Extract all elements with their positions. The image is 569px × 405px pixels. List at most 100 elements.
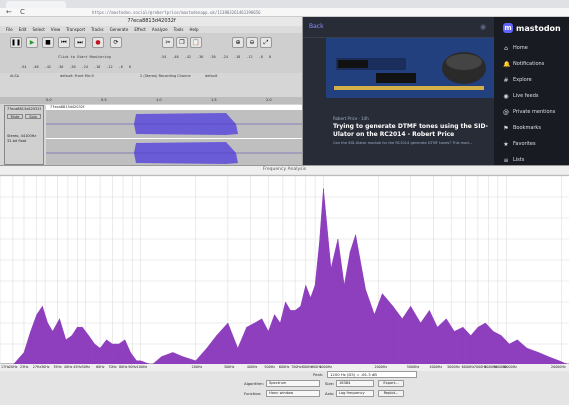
x-tick-label: 27Hz [32,365,42,369]
solo-button[interactable]: Solo [25,114,41,119]
pause-button[interactable]: ❚❚ [10,37,22,48]
menu-item-edit[interactable]: Edit [19,26,27,33]
clip-name[interactable]: 77eca8813d42032f [50,105,84,109]
x-tick-label: 45Hz [73,365,82,369]
nav-label: Private mentions [513,109,556,115]
meter-tick: -12 [106,65,113,69]
nav-bookmarks[interactable]: ⚑ Bookmarks [503,120,569,136]
stop-button[interactable]: ■ [42,37,54,48]
post-author[interactable]: Robert Price · 14h [333,116,369,121]
menu-item-effect[interactable]: Effect [134,26,146,33]
nav-live-feeds[interactable]: ◉ Live feeds [503,88,569,104]
transport-toolbar: ❚❚ ▶ ■ ⏮ ⏭ ● ⟳ Click to Start Monitoring… [0,33,302,73]
nav-private-mentions[interactable]: @ Private mentions [503,104,569,120]
eye-icon[interactable]: ◉ [480,23,486,31]
x-tick-label: 1000Hz [319,365,333,369]
post-description[interactable]: Can the SID-Ulator module for the RC2014… [333,141,491,146]
back-arrow-icon[interactable]: ← [6,8,12,17]
nav-label: Notifications [513,61,545,67]
audacity-title: 7?eca8813d42032f [0,17,302,26]
skip-start-button[interactable]: ⏮ [58,37,70,48]
playback-meter-scale: -54 -48 -42 -36 -30 -24 -18 -12 -6 0 [20,65,137,69]
waveform-right-svg [46,142,302,164]
post-title[interactable]: Trying to generate DTMF tones using the … [333,123,491,139]
menu-item-help[interactable]: Help [189,26,198,33]
menu-item-select[interactable]: Select [32,26,44,33]
meter-tick: -6 [258,55,263,59]
nav-favorites[interactable]: ★ Favorites [503,136,569,152]
export-button[interactable]: Export... [378,380,404,387]
nav-icon: ≡ [503,156,509,164]
browser-tab[interactable] [6,1,66,8]
skip-end-button[interactable]: ⏭ [74,37,86,48]
play-button[interactable]: ▶ [26,37,38,48]
nav-explore[interactable]: # Explore [503,72,569,88]
channels-select[interactable]: 2 (Stereo) Recording Channe [140,73,191,79]
waveform-left[interactable] [46,110,302,138]
waveform-right[interactable] [46,139,302,165]
zoom-out-icon[interactable]: ⊖ [246,37,258,48]
ruler-tick: 1.0 [156,98,162,102]
x-tick-label: 700Hz [291,365,302,369]
meter-tick: -12 [246,55,253,59]
x-tick-label: 4000Hz [429,365,443,369]
menu-item-transport[interactable]: Transport [66,26,85,33]
x-tick-label: 60Hz [96,365,105,369]
meter-tick: -54 [20,65,27,69]
peak-readout: 1200 Hz (D5) = -61.3 dB [327,371,417,378]
x-tick-label: 600Hz [278,365,290,369]
monitor-hint[interactable]: Click to Start Monitoring [58,55,111,59]
meter-tick: -30 [209,55,216,59]
post-image[interactable] [326,38,494,98]
track-name[interactable]: 7?eca8813d42032f [7,107,41,111]
x-tick-label: 3000Hz [406,365,420,369]
output-device-select[interactable]: default: Front Mic:0 [60,73,94,79]
menu-item-file[interactable]: File [6,26,13,33]
replot-button[interactable]: Replot... [378,390,404,397]
copy-icon[interactable]: ❐ [176,37,188,48]
record-button[interactable]: ● [92,37,104,48]
menu-item-tracks[interactable]: Tracks [91,26,104,33]
function-select[interactable]: Hann window [266,390,320,397]
menu-item-tools[interactable]: Tools [174,26,184,33]
waveform-area[interactable]: 77eca8813d42032f [46,105,302,165]
meter-tick: -24 [81,65,88,69]
size-select[interactable]: 16384 [336,380,374,387]
reload-icon[interactable]: C [20,8,25,17]
nav-notifications[interactable]: 🔔 Notifications [503,56,569,72]
menu-item-generate[interactable]: Generate [110,26,129,33]
axis-label: Axis: [325,391,335,396]
zoom-in-icon[interactable]: ⊕ [232,37,244,48]
function-label: Function: [244,391,262,396]
nav-label: Home [513,45,528,51]
mastodon-brand[interactable]: m mastodon [503,21,561,35]
x-tick-label: 70Hz [108,365,117,369]
nav-label: Explore [513,77,532,83]
menu-item-view[interactable]: View [51,26,61,33]
mute-button[interactable]: Mute [7,114,23,119]
cut-icon[interactable]: ✂ [162,37,174,48]
spectrum-plot[interactable] [0,175,569,366]
frequency-axis: 17Hz 20Hz 23Hz 27Hz 30Hz 35Hz 40Hz 45Hz 50Hz 60Hz… [0,364,569,371]
loop-button[interactable]: ⟳ [110,37,122,48]
audacity-window: 7?eca8813d42032f File Edit Select View Trans… [0,17,303,165]
input-device-select[interactable]: default [205,73,217,79]
zoom-fit-icon[interactable]: ⤢ [260,37,272,48]
meter-tick: -24 [221,55,228,59]
meter-tick: -36 [196,55,204,59]
timeline-ruler[interactable]: 0.0 0.5 1.0 1.5 2.0 [0,97,302,104]
back-link[interactable]: Back [309,23,324,30]
nav-lists[interactable]: ≡ Lists [503,152,569,165]
track-control-panel: 7?eca8813d42032f Mute Solo Stereo, 44100… [4,105,44,165]
audacity-menubar: File Edit Select View Transport Tracks Generat… [0,26,302,33]
menu-item-analyze[interactable]: Analyze [152,26,168,33]
axis-select[interactable]: Log frequency [336,390,374,397]
paste-icon[interactable]: 📋 [190,37,202,48]
nav-home[interactable]: ⌂ Home [503,40,569,56]
address-bar[interactable]: https://mastodon.social/@robertprice/mas… [92,9,261,16]
ruler-tick: 2.0 [266,98,272,102]
algorithm-select[interactable]: Spectrum [266,380,320,387]
audio-host[interactable]: ALSA [10,73,19,79]
meter-tick: -48 [32,65,39,69]
nav-icon: # [503,76,509,84]
